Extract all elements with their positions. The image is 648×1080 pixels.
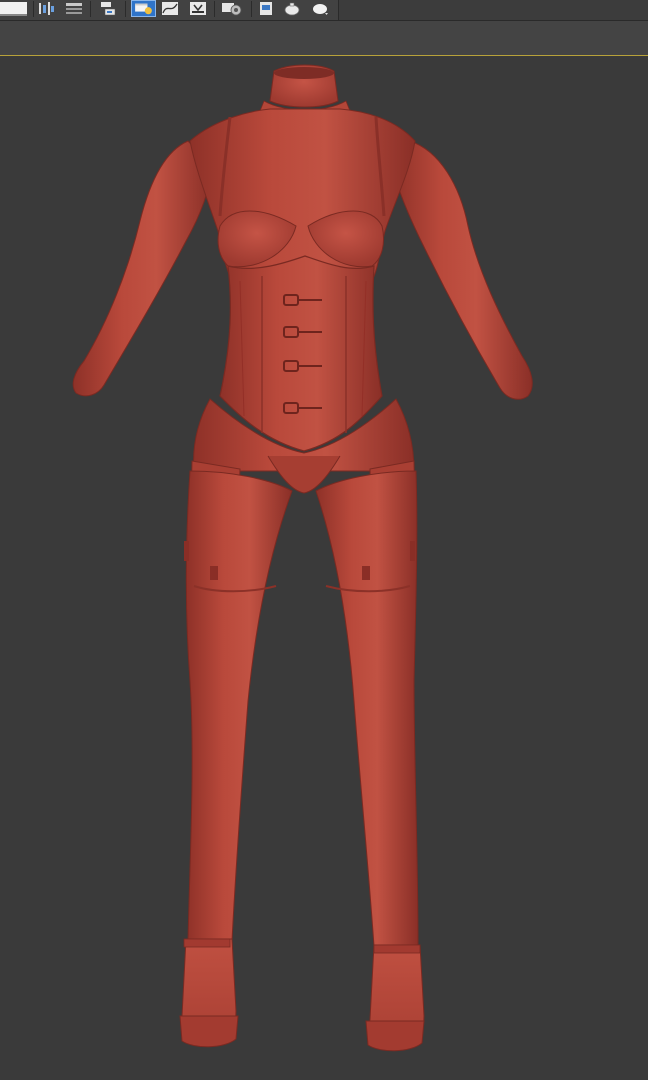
left-arm bbox=[72, 140, 213, 397]
left-leg bbox=[185, 470, 293, 942]
corset bbox=[219, 255, 383, 452]
application-window bbox=[0, 0, 648, 1080]
right-arm bbox=[391, 140, 533, 400]
perspective-viewport[interactable] bbox=[0, 55, 648, 1080]
right-leg bbox=[315, 470, 419, 947]
character-model bbox=[72, 64, 533, 1052]
